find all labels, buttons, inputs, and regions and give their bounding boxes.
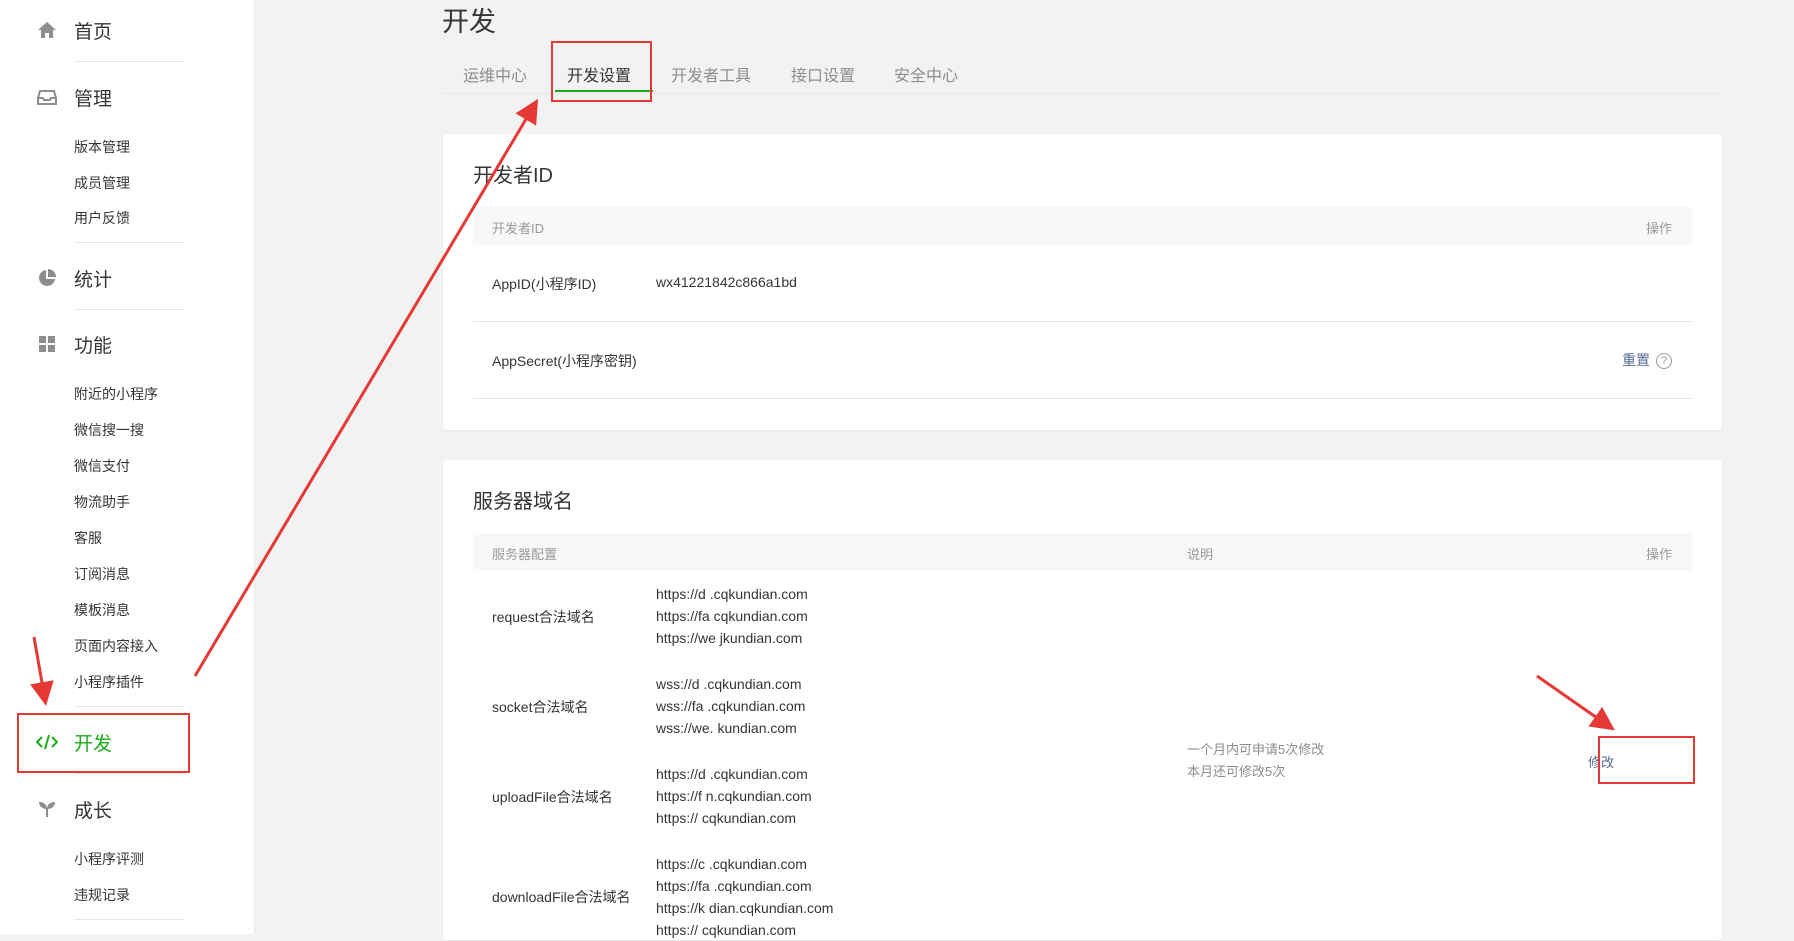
column-header: 服务器配置 — [492, 547, 558, 562]
download-domain-label: downloadFile合法域名 — [492, 889, 631, 905]
reset-link[interactable]: 重置 — [1622, 352, 1650, 368]
tab-ops[interactable]: 运维中心 — [463, 62, 527, 86]
domain-item: https://d .cqkundian.com — [656, 766, 808, 782]
sidebar-item-pay[interactable]: 微信支付 — [74, 456, 130, 476]
socket-domain-label: socket合法域名 — [492, 699, 589, 715]
sidebar-item-plugin[interactable]: 小程序插件 — [74, 672, 144, 692]
sidebar-item-logistics[interactable]: 物流助手 — [74, 492, 130, 512]
domain-item: https://we jkundian.com — [656, 630, 803, 646]
sidebar-item-manage[interactable]: 管理 — [36, 82, 112, 112]
sidebar-item-service[interactable]: 客服 — [74, 528, 102, 548]
row-divider — [473, 398, 1692, 399]
domain-item: wss://we. kundian.com — [656, 720, 797, 736]
sidebar-item-label: 首页 — [74, 21, 113, 43]
divider — [74, 61, 184, 62]
sidebar-item-subscribe[interactable]: 订阅消息 — [74, 564, 130, 584]
modify-limit-note: 一个月内可申请5次修改 本月还可修改5次 — [1187, 739, 1324, 783]
upload-domain-label: uploadFile合法域名 — [492, 789, 613, 805]
sidebar-item-version[interactable]: 版本管理 — [74, 137, 130, 157]
sidebar-item-label: 管理 — [74, 88, 113, 110]
divider — [74, 242, 184, 243]
divider — [74, 309, 184, 310]
sidebar-item-growth[interactable]: 成长 — [36, 794, 112, 824]
column-header: 操作 — [1645, 547, 1672, 562]
sidebar-item-nearby[interactable]: 附近的小程序 — [74, 384, 158, 404]
domain-item: https://c .cqkundian.com — [656, 856, 807, 872]
domain-item: https://k dian.cqkundian.com — [656, 900, 834, 916]
developer-id-card: 开发者ID 开发者ID 操作 AppID(小程序ID) wx41221842c8… — [443, 134, 1722, 430]
download-domain-list: https://c .cqkundian.com https://fa .cqk… — [656, 853, 833, 941]
sidebar-item-template[interactable]: 模板消息 — [74, 600, 130, 620]
request-domain-label: request合法域名 — [492, 609, 595, 625]
tab-api-settings[interactable]: 接口设置 — [791, 62, 855, 86]
socket-domain-list: wss://d .cqkundian.com wss://fa .cqkundi… — [656, 673, 805, 739]
sidebar-item-feedback[interactable]: 用户反馈 — [74, 208, 130, 228]
annotation-box-develop — [17, 713, 190, 773]
domain-item: wss://d .cqkundian.com — [656, 676, 802, 692]
grid-icon — [36, 333, 58, 355]
domain-item: https://f n.cqkundian.com — [656, 788, 812, 804]
reset-action: 重置? — [1622, 350, 1672, 370]
column-header: 操作 — [1645, 221, 1672, 236]
tab-dev-tools[interactable]: 开发者工具 — [671, 62, 751, 86]
sidebar-item-label: 功能 — [74, 335, 113, 357]
sidebar-item-evaluation[interactable]: 小程序评测 — [74, 849, 144, 869]
domain-item: https:// cqkundian.com — [656, 810, 797, 826]
sidebar: 首页 管理 版本管理 成员管理 用户反馈 统计 功能 附近的小程序 微信搜一搜 … — [0, 0, 255, 934]
domain-item: https:// cqkundian.com — [656, 922, 797, 938]
domain-item: wss://fa .cqkundian.com — [656, 698, 806, 714]
card-title: 服务器域名 — [473, 491, 573, 513]
sidebar-item-label: 成长 — [74, 800, 113, 822]
tab-security[interactable]: 安全中心 — [894, 62, 958, 86]
row-divider — [473, 321, 1692, 322]
table-header: 服务器配置 说明 操作 — [473, 533, 1692, 571]
annotation-box-modify — [1598, 736, 1695, 784]
home-icon — [36, 19, 58, 41]
sidebar-item-violations[interactable]: 违规记录 — [74, 885, 130, 905]
server-domain-card: 服务器域名 服务器配置 说明 操作 request合法域名 https://d … — [443, 460, 1722, 940]
divider — [74, 919, 184, 920]
sidebar-item-content[interactable]: 页面内容接入 — [74, 636, 158, 656]
page-title: 开发 — [442, 7, 496, 37]
note-line: 本月还可修改5次 — [1187, 764, 1286, 779]
inbox-icon — [36, 86, 58, 108]
column-header: 说明 — [1187, 547, 1214, 562]
domain-item: https://fa cqkundian.com — [656, 608, 808, 624]
sidebar-item-search[interactable]: 微信搜一搜 — [74, 420, 144, 440]
appid-label: AppID(小程序ID) — [492, 276, 597, 292]
sidebar-item-label: 统计 — [74, 269, 113, 291]
sidebar-item-stats[interactable]: 统计 — [36, 263, 112, 293]
sidebar-item-members[interactable]: 成员管理 — [74, 173, 130, 193]
sidebar-item-features[interactable]: 功能 — [36, 329, 112, 359]
request-domain-list: https://d .cqkundian.com https://fa cqku… — [656, 583, 808, 649]
pie-chart-icon — [36, 267, 58, 289]
note-line: 一个月内可申请5次修改 — [1187, 742, 1325, 757]
domain-item: https://d .cqkundian.com — [656, 586, 808, 602]
column-header: 开发者ID — [492, 221, 545, 236]
divider — [74, 773, 184, 774]
appsecret-label: AppSecret(小程序密钥) — [492, 353, 637, 369]
table-header: 开发者ID 操作 — [473, 207, 1692, 245]
upload-domain-list: https://d .cqkundian.com https://f n.cqk… — [656, 763, 812, 829]
annotation-box-dev-settings-tab — [551, 41, 652, 102]
sprout-icon — [36, 798, 58, 820]
appid-value: wx41221842c866a1bd — [656, 274, 797, 290]
domain-item: https://fa .cqkundian.com — [656, 878, 812, 894]
card-title: 开发者ID — [473, 165, 553, 187]
help-icon[interactable]: ? — [1656, 353, 1672, 370]
divider — [74, 706, 184, 707]
sidebar-item-home[interactable]: 首页 — [36, 15, 112, 45]
